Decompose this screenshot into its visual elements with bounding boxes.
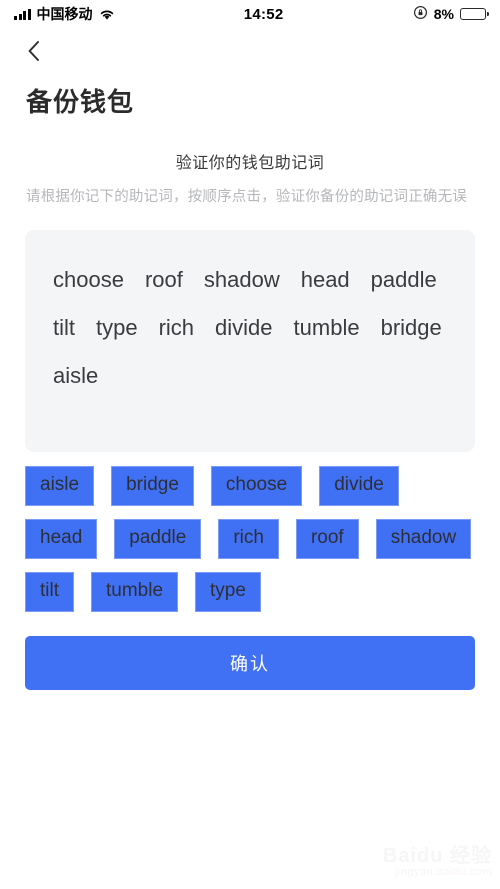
chevron-left-icon <box>26 39 41 63</box>
selected-word[interactable]: tumble <box>294 304 360 352</box>
selected-word[interactable]: choose <box>53 256 124 304</box>
selected-word[interactable]: divide <box>215 304 272 352</box>
status-bar-right: 8% <box>413 5 490 24</box>
intro-section: 验证你的钱包助记词 请根据你记下的助记词，按顺序点击，验证你备份的助记词正确无误 <box>0 119 500 208</box>
page-title: 备份钱包 <box>26 87 135 117</box>
watermark-sub: jingyan.baidu.com <box>394 866 492 878</box>
selected-word[interactable]: shadow <box>204 256 280 304</box>
selected-mnemonic-panel[interactable]: choose roof shadow head paddle tilt type rich di… <box>25 230 475 453</box>
carrier-label: 中国移动 <box>36 6 93 22</box>
word-chip[interactable]: tumble <box>91 572 179 613</box>
selected-word[interactable]: roof <box>145 256 183 304</box>
signal-bars-icon <box>14 8 31 20</box>
selected-word[interactable]: rich <box>159 304 194 352</box>
selected-word[interactable]: aisle <box>53 352 98 400</box>
intro-description: 请根据你记下的助记词，按顺序点击，验证你备份的助记词正确无误 <box>26 189 467 205</box>
word-chip[interactable]: type <box>195 572 261 613</box>
word-chip[interactable]: tilt <box>25 572 74 613</box>
word-chip[interactable]: bridge <box>111 466 194 507</box>
word-chip[interactable]: shadow <box>375 519 472 560</box>
back-button[interactable] <box>20 38 46 64</box>
watermark-main: Baidu 经验 <box>382 845 492 867</box>
status-bar: 中国移动 14:52 8% <box>0 0 500 28</box>
battery-icon <box>460 8 490 20</box>
selected-word[interactable]: type <box>96 304 138 352</box>
word-chip[interactable]: rich <box>218 519 279 560</box>
word-chip[interactable]: choose <box>210 466 303 507</box>
word-bank: aisle bridge choose divide head paddle rich roo… <box>25 466 475 613</box>
navigation-bar <box>0 28 500 74</box>
intro-heading: 验证你的钱包助记词 <box>175 155 325 172</box>
confirm-button[interactable]: 确认 <box>25 636 475 691</box>
status-bar-clock: 14:52 <box>243 5 284 23</box>
selected-word-list: choose roof shadow head paddle tilt type rich di… <box>53 256 447 400</box>
battery-percent-label: 8% <box>433 6 454 22</box>
rotation-lock-icon <box>413 5 428 24</box>
wifi-icon <box>99 8 115 20</box>
watermark: Baidu 经验 jingyan.baidu.com <box>383 846 492 879</box>
word-chip[interactable]: head <box>25 519 98 560</box>
selected-word[interactable]: head <box>301 256 350 304</box>
selected-word[interactable]: paddle <box>371 256 437 304</box>
selected-word[interactable]: tilt <box>53 304 75 352</box>
word-chip[interactable]: aisle <box>25 466 95 507</box>
word-chip[interactable]: paddle <box>114 519 202 560</box>
status-bar-left: 中国移动 <box>14 4 115 24</box>
word-chip[interactable]: divide <box>319 466 399 507</box>
selected-word[interactable]: bridge <box>381 304 442 352</box>
word-chip[interactable]: roof <box>295 519 359 560</box>
